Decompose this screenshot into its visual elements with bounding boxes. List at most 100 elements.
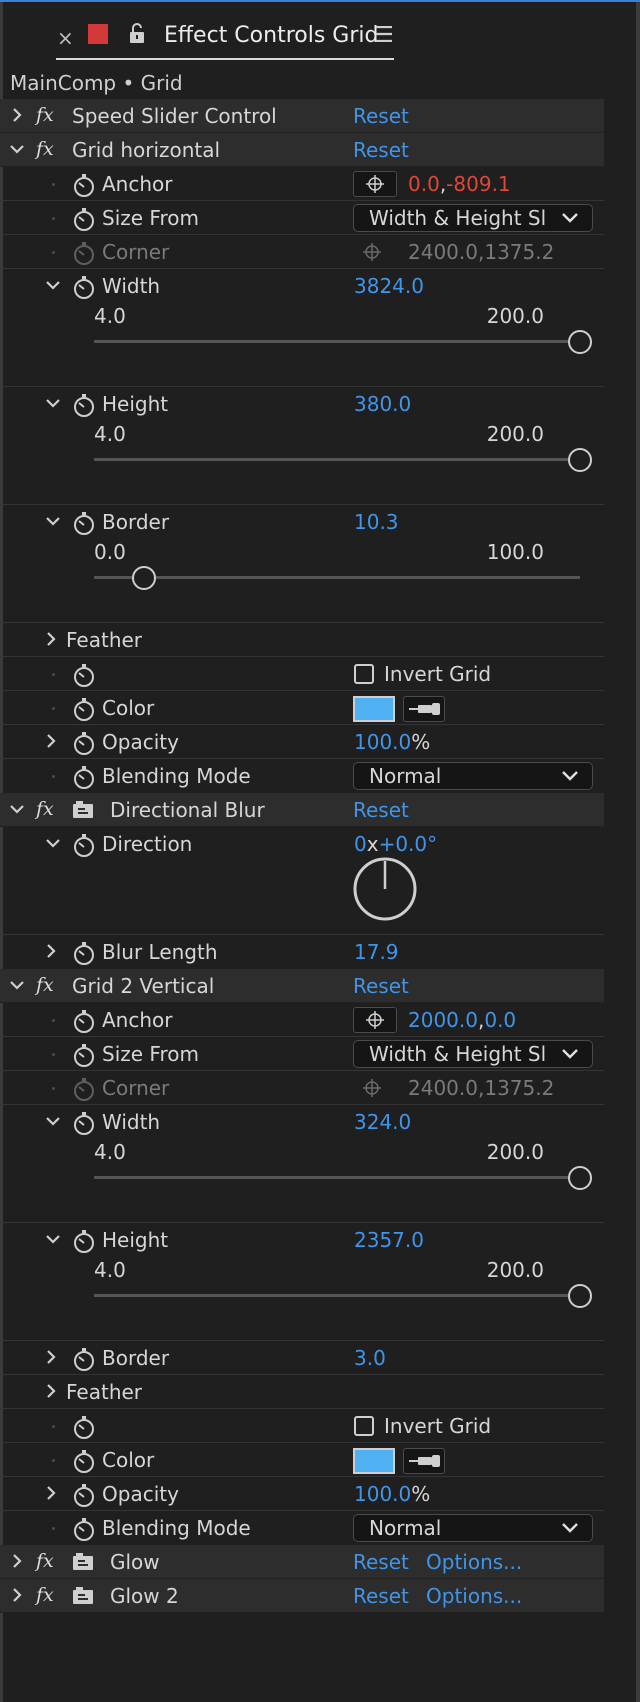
anchor-point-button[interactable] — [353, 171, 397, 197]
chevron-right-icon[interactable] — [44, 1485, 58, 1501]
size-from-dropdown[interactable]: Width & Height Sl — [353, 1040, 593, 1068]
slider-knob[interactable] — [567, 1284, 592, 1308]
stopwatch-icon[interactable] — [72, 275, 96, 299]
options-link[interactable]: Options... — [426, 1582, 522, 1610]
anchor-point-button[interactable] — [353, 1007, 397, 1033]
stopwatch-icon[interactable] — [72, 1043, 96, 1067]
stopwatch-icon[interactable] — [72, 1009, 96, 1033]
tab-title[interactable]: Effect Controls Grid — [164, 22, 378, 50]
anchor-y-value[interactable]: 0.0 — [484, 1008, 516, 1032]
fx-icon[interactable]: fx — [36, 1584, 64, 1606]
chevron-right-icon[interactable] — [44, 733, 58, 749]
label-color-swatch[interactable] — [88, 24, 108, 44]
slider-knob[interactable] — [131, 566, 156, 590]
stopwatch-icon[interactable] — [72, 1111, 96, 1135]
stopwatch-icon[interactable] — [72, 1449, 96, 1473]
close-tab-icon[interactable]: × — [57, 26, 74, 50]
chevron-right-icon[interactable] — [44, 1349, 58, 1365]
chevron-down-icon[interactable] — [10, 801, 24, 817]
fx-icon[interactable]: fx — [36, 104, 64, 126]
height-value[interactable]: 2357.0 — [354, 1226, 424, 1254]
height-value[interactable]: 380.0 — [354, 390, 411, 418]
stopwatch-icon[interactable] — [72, 731, 96, 755]
fx-icon[interactable]: fx — [36, 974, 64, 996]
chevron-right-icon[interactable] — [44, 1383, 58, 1399]
chevron-down-icon[interactable] — [46, 513, 60, 529]
reset-link[interactable]: Reset — [353, 136, 409, 164]
revolutions[interactable]: 0 — [354, 832, 367, 856]
blending-mode-dropdown[interactable]: Normal — [353, 762, 593, 790]
reset-link[interactable]: Reset — [353, 102, 409, 130]
anchor-x-value[interactable]: 0.0 — [408, 172, 440, 196]
angle-dial[interactable] — [353, 857, 417, 921]
reset-link[interactable]: Reset — [353, 796, 409, 824]
reset-link[interactable]: Reset — [353, 972, 409, 1000]
chevron-down-icon[interactable] — [46, 395, 60, 411]
effect-glow[interactable]: fx Glow Reset Options... — [0, 1545, 604, 1579]
stopwatch-icon[interactable] — [72, 1229, 96, 1253]
opacity-number[interactable]: 100.0 — [354, 1482, 411, 1506]
chevron-down-icon[interactable] — [46, 1231, 60, 1247]
options-link[interactable]: Options... — [426, 1548, 522, 1576]
chevron-right-icon[interactable] — [44, 631, 58, 647]
eyedropper-button[interactable] — [403, 1448, 445, 1474]
invert-grid-checkbox[interactable] — [354, 664, 374, 684]
chevron-down-icon[interactable] — [46, 1113, 60, 1129]
fx-icon[interactable]: fx — [36, 798, 64, 820]
color-swatch[interactable] — [353, 696, 395, 722]
width-value[interactable]: 324.0 — [354, 1108, 411, 1136]
anchor-y-value[interactable]: -809.1 — [446, 172, 510, 196]
opacity-number[interactable]: 100.0 — [354, 730, 411, 754]
chevron-down-icon[interactable] — [46, 835, 60, 851]
blur-length-value[interactable]: 17.9 — [354, 938, 399, 966]
border-value[interactable]: 10.3 — [354, 508, 399, 536]
reset-link[interactable]: Reset — [353, 1548, 409, 1576]
border-value[interactable]: 3.0 — [354, 1344, 386, 1372]
blending-mode-dropdown[interactable]: Normal — [353, 1514, 593, 1542]
opacity-value[interactable]: 100.0% — [354, 1480, 430, 1508]
stopwatch-icon[interactable] — [72, 765, 96, 789]
degrees[interactable]: +0.0° — [379, 832, 438, 856]
anchor-value[interactable]: 0.0,-809.1 — [408, 170, 511, 198]
slider-knob[interactable] — [567, 448, 592, 472]
stopwatch-icon[interactable] — [72, 1517, 96, 1541]
invert-grid-checkbox[interactable] — [354, 1416, 374, 1436]
slider-track[interactable] — [94, 340, 580, 343]
chevron-right-icon[interactable] — [10, 1587, 24, 1603]
slider-track[interactable] — [94, 1294, 580, 1297]
stopwatch-icon[interactable] — [72, 941, 96, 965]
stopwatch-icon[interactable] — [72, 833, 96, 857]
stopwatch-icon[interactable] — [72, 393, 96, 417]
effect-speed-slider-control[interactable]: fx Speed Slider Control Reset — [0, 99, 604, 133]
slider-track[interactable] — [94, 576, 580, 579]
chevron-down-icon[interactable] — [10, 977, 24, 993]
stopwatch-icon[interactable] — [72, 173, 96, 197]
fx-icon[interactable]: fx — [36, 1550, 64, 1572]
stopwatch-icon[interactable] — [72, 697, 96, 721]
effect-grid-horizontal[interactable]: fx Grid horizontal Reset — [0, 133, 604, 167]
anchor-x-value[interactable]: 2000.0 — [408, 1008, 478, 1032]
stopwatch-icon[interactable] — [72, 1347, 96, 1371]
slider-track[interactable] — [94, 1176, 580, 1179]
stopwatch-icon[interactable] — [72, 663, 96, 687]
chevron-right-icon[interactable] — [10, 1553, 24, 1569]
effect-directional-blur[interactable]: fx Directional Blur Reset — [0, 793, 604, 827]
chevron-right-icon[interactable] — [10, 107, 24, 123]
stopwatch-icon[interactable] — [72, 1483, 96, 1507]
size-from-dropdown[interactable]: Width & Height Sl — [353, 204, 593, 232]
stopwatch-icon[interactable] — [72, 1415, 96, 1439]
reset-link[interactable]: Reset — [353, 1582, 409, 1610]
opacity-value[interactable]: 100.0% — [354, 728, 430, 756]
anchor-value[interactable]: 2000.0,0.0 — [408, 1006, 516, 1034]
color-swatch[interactable] — [353, 1448, 395, 1474]
fx-icon[interactable]: fx — [36, 138, 64, 160]
slider-knob[interactable] — [567, 1166, 592, 1190]
stopwatch-icon[interactable] — [72, 511, 96, 535]
direction-value[interactable]: 0x+0.0° — [354, 830, 437, 858]
effect-glow-2[interactable]: fx Glow 2 Reset Options... — [0, 1579, 604, 1613]
slider-track[interactable] — [94, 458, 580, 461]
eyedropper-button[interactable] — [403, 696, 445, 722]
panel-menu-icon[interactable]: ☰ — [374, 22, 394, 50]
lock-icon[interactable] — [128, 22, 146, 46]
chevron-down-icon[interactable] — [46, 277, 60, 293]
